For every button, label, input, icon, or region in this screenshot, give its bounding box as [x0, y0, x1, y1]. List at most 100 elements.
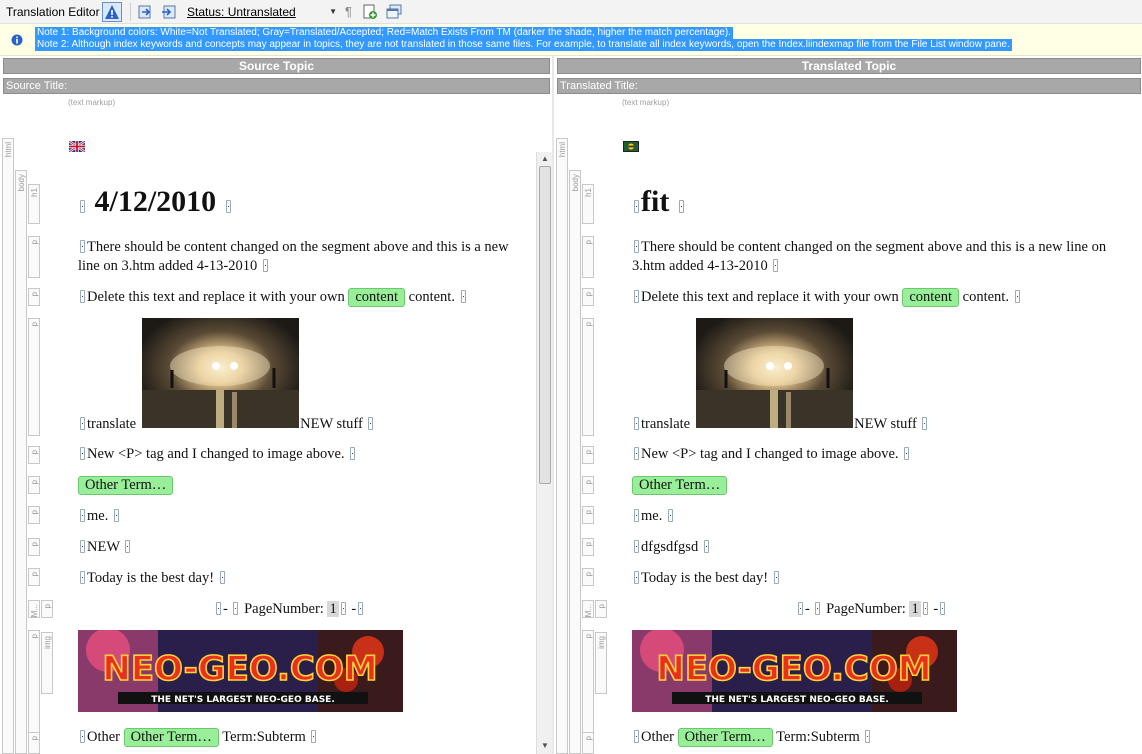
tag-p[interactable]: p	[28, 568, 40, 586]
tag-p[interactable]: p	[28, 288, 40, 306]
tag-m[interactable]: M...	[582, 600, 594, 618]
source-topic-header: Source Topic	[3, 58, 550, 74]
term-highlight[interactable]: content	[348, 288, 406, 307]
tag-p[interactable]: p	[28, 236, 40, 278]
paragraph-segment[interactable]: translate NEW stuff	[632, 415, 1112, 434]
term-highlight[interactable]: Other Term…	[632, 476, 728, 495]
tag-p[interactable]: p	[582, 538, 594, 556]
neo-geo-banner-image: NEO-GEO.COM THE NET'S LARGEST NEO-GEO BAS…	[78, 630, 403, 712]
text-markup-hint: (text markup)	[622, 98, 670, 107]
tag-p[interactable]: p	[582, 236, 594, 278]
translated-content[interactable]: fit There should be content changed on t…	[622, 136, 1108, 754]
paragraph-segment[interactable]: Other Other Term… Term:Subterm	[632, 728, 872, 747]
paragraph-segment[interactable]: Delete this text and replace it with you…	[78, 288, 468, 307]
toolbar: Translation Editor Status: Untranslated …	[0, 0, 1142, 24]
paragraph-segment[interactable]: Other Other Term… Term:Subterm	[78, 728, 318, 747]
heading-segment[interactable]: fit	[632, 185, 686, 219]
tag-p[interactable]: p	[582, 630, 594, 746]
tag-p[interactable]: p	[41, 600, 53, 618]
source-markup-area[interactable]: (text markup)	[0, 96, 552, 136]
tag-m[interactable]: M...	[28, 600, 40, 618]
paragraph-segment[interactable]: dfgsdfgsd	[632, 538, 711, 557]
tag-h1[interactable]: h1	[28, 184, 40, 224]
info-icon	[11, 34, 23, 46]
status-dropdown[interactable]: Status: Untranslated ▼	[187, 5, 337, 19]
translated-topic-header: Translated Topic	[557, 58, 1141, 74]
tag-p[interactable]: p	[582, 288, 594, 306]
paragraph-segment[interactable]: Other Term…	[632, 476, 728, 495]
paragraph-segment[interactable]: New <P> tag and I changed to image above…	[632, 445, 911, 464]
export-button[interactable]	[159, 2, 179, 22]
import-icon	[138, 5, 151, 18]
paragraph-segment[interactable]: Other Term…	[78, 476, 174, 495]
translated-topic-pane: Translated Topic Translated Title: (text…	[554, 56, 1142, 754]
banner-tagline-text: THE NET'S LARGEST NEO-GEO BASE.	[151, 695, 335, 705]
tag-html[interactable]: html	[556, 138, 568, 754]
chevron-down-icon: ▼	[329, 7, 337, 16]
scrollbar-thumb[interactable]	[539, 166, 551, 484]
paragraph-segment[interactable]: Delete this text and replace it with you…	[632, 288, 1022, 307]
page-number-field[interactable]: 1	[909, 601, 921, 617]
notes-banner: Note 1: Background colors: White=Not Tra…	[0, 24, 1142, 56]
tag-html[interactable]: html	[2, 138, 14, 754]
tag-p[interactable]: p	[582, 446, 594, 464]
tag-p[interactable]: p	[28, 446, 40, 464]
paragraph-segment[interactable]: Today is the best day!	[632, 569, 781, 588]
page-number-segment[interactable]: - PageNumber: 1 -	[796, 600, 947, 619]
editor-title: Translation Editor	[6, 4, 100, 19]
target-markup-area[interactable]: (text markup)	[554, 96, 1142, 136]
heading-segment[interactable]: 4/12/2010	[78, 185, 233, 219]
target-language-flag-icon	[623, 141, 639, 152]
add-document-button[interactable]	[360, 2, 380, 22]
term-highlight[interactable]: content	[902, 288, 960, 307]
tag-p[interactable]: p	[582, 318, 594, 436]
tag-p[interactable]: p	[28, 630, 40, 746]
tag-p[interactable]: p	[582, 732, 594, 754]
banner-tagline-text: THE NET'S LARGEST NEO-GEO BASE.	[705, 695, 889, 705]
paragraph-segment[interactable]: me.	[632, 507, 675, 526]
tag-p[interactable]: p	[28, 732, 40, 754]
status-label: Status: Untranslated	[187, 4, 296, 19]
scroll-down-icon[interactable]: ▼	[541, 741, 549, 750]
tag-body[interactable]: body	[15, 170, 27, 754]
paragraph-segment[interactable]: There should be content changed on the s…	[78, 238, 516, 276]
tag-p[interactable]: p	[582, 568, 594, 586]
tag-p[interactable]: p	[28, 476, 40, 494]
tag-p[interactable]: p	[595, 600, 607, 618]
term-highlight[interactable]: Other Term…	[123, 728, 219, 747]
tag-h1[interactable]: h1	[582, 184, 594, 224]
page-number-segment[interactable]: - PageNumber: 1 -	[214, 600, 365, 619]
add-document-icon	[363, 4, 377, 19]
uk-flag-icon	[69, 141, 85, 152]
tag-p[interactable]: p	[28, 318, 40, 436]
info-toggle-button[interactable]	[102, 1, 122, 22]
paragraph-segment[interactable]: me.	[78, 507, 121, 526]
source-scrollbar[interactable]: ▲ ▼	[536, 152, 553, 754]
term-highlight[interactable]: Other Term…	[78, 476, 174, 495]
paragraph-marks-icon[interactable]: ¶	[345, 4, 352, 19]
banner-logo-text: NEO-GEO.COM	[102, 649, 377, 689]
paragraph-segment[interactable]: NEW	[78, 538, 132, 557]
toolbar-separator	[130, 2, 131, 21]
tag-p[interactable]: p	[28, 538, 40, 556]
tag-img[interactable]: img	[41, 632, 53, 694]
tag-p[interactable]: p	[582, 506, 594, 524]
tag-p[interactable]: p	[28, 506, 40, 524]
import-button[interactable]	[135, 2, 155, 22]
translated-title-label: Translated Title:	[557, 78, 1141, 94]
paragraph-segment[interactable]: translate NEW stuff	[78, 415, 546, 434]
tag-body[interactable]: body	[569, 170, 581, 754]
source-content[interactable]: 4/12/2010 There should be content change…	[68, 136, 536, 754]
neo-geo-banner-image: NEO-GEO.COM THE NET'S LARGEST NEO-GEO BAS…	[632, 630, 957, 712]
car-photo-image	[696, 318, 853, 428]
paragraph-segment[interactable]: Today is the best day!	[78, 569, 227, 588]
paragraph-segment[interactable]: New <P> tag and I changed to image above…	[78, 445, 357, 464]
tag-img[interactable]: img	[595, 632, 607, 694]
term-highlight[interactable]: Other Term…	[677, 728, 773, 747]
page-number-field[interactable]: 1	[327, 601, 339, 617]
scroll-up-icon[interactable]: ▲	[541, 154, 549, 163]
tag-p[interactable]: p	[582, 476, 594, 494]
window-icon	[386, 4, 402, 18]
window-button[interactable]	[384, 2, 404, 22]
paragraph-segment[interactable]: There should be content changed on the s…	[632, 238, 1108, 276]
